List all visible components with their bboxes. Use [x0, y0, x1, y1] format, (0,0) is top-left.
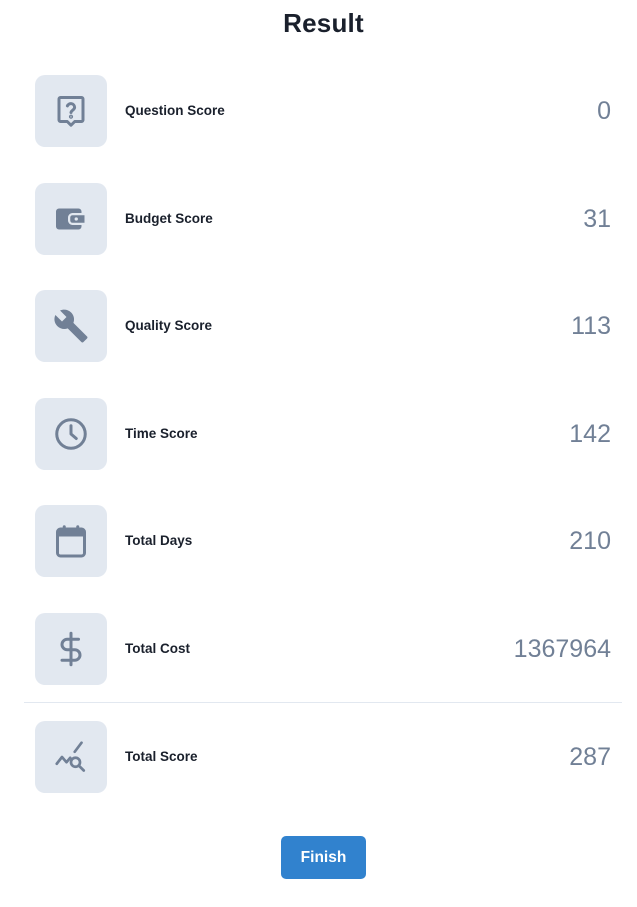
chart-search-icon: [35, 721, 107, 793]
row-label: Total Cost: [125, 641, 190, 656]
clock-icon: [35, 398, 107, 470]
result-row-total-cost: Total Cost 1367964: [35, 613, 611, 685]
row-value: 142: [569, 420, 611, 448]
row-label: Total Days: [125, 533, 193, 548]
row-value: 31: [583, 205, 611, 233]
result-row-time-score: Time Score 142: [35, 398, 611, 470]
row-value: 210: [569, 527, 611, 555]
result-row-total-score: Total Score 287: [35, 721, 611, 793]
wrench-icon: [35, 290, 107, 362]
row-label: Quality Score: [125, 318, 213, 333]
row-label: Time Score: [125, 426, 198, 441]
finish-button[interactable]: Finish: [281, 836, 366, 879]
result-row-total-days: Total Days 210: [35, 505, 611, 577]
row-value: 1367964: [513, 635, 611, 663]
row-label: Question Score: [125, 103, 225, 118]
question-icon: [35, 75, 107, 147]
row-label: Budget Score: [125, 211, 213, 226]
result-row-budget-score: Budget Score 31: [35, 183, 611, 255]
row-value: 0: [597, 97, 611, 125]
result-row-quality-score: Quality Score 113: [35, 290, 611, 362]
wallet-icon: [35, 183, 107, 255]
result-row-question-score: Question Score 0: [35, 75, 611, 147]
calendar-icon: [35, 505, 107, 577]
row-value: 113: [571, 312, 611, 340]
divider: [24, 702, 622, 703]
row-label: Total Score: [125, 749, 198, 764]
row-value: 287: [569, 743, 611, 771]
page-title: Result: [283, 8, 364, 38]
dollar-icon: [35, 613, 107, 685]
